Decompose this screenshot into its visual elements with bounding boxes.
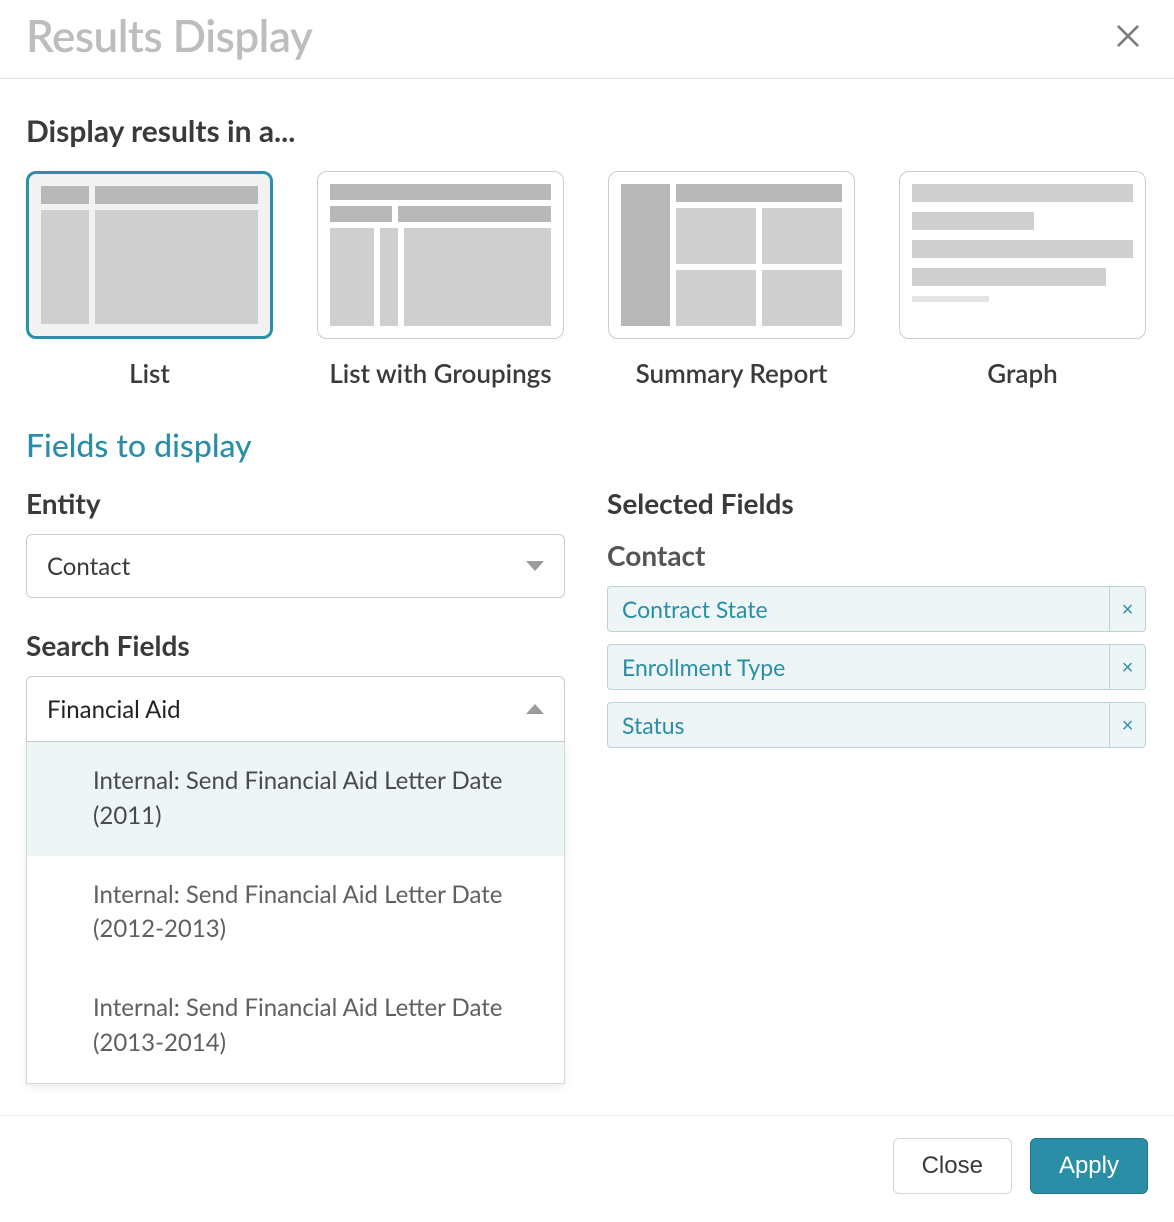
- option-list-with-groupings[interactable]: List with Groupings: [317, 171, 564, 389]
- fields-columns: Entity Contact Search Fields Financial A…: [26, 476, 1146, 1084]
- remove-field-icon[interactable]: ×: [1109, 645, 1145, 689]
- option-graph-label: Graph: [899, 357, 1146, 389]
- selected-fields-list: Contract State × Enrollment Type × Statu…: [607, 586, 1146, 748]
- selected-fields-label: Selected Fields: [607, 486, 1146, 520]
- selected-field-label: Enrollment Type: [608, 645, 1109, 689]
- display-options: List List with Groupings: [26, 171, 1146, 389]
- search-result-item[interactable]: Internal: Send Financial Aid Letter Date…: [27, 969, 564, 1083]
- dialog-scroll-area[interactable]: Display results in a... List: [0, 79, 1174, 1115]
- option-summary-preview: [608, 171, 855, 339]
- selected-field-chip[interactable]: Status ×: [607, 702, 1146, 748]
- selected-field-label: Contract State: [608, 587, 1109, 631]
- entity-value: Contact: [47, 552, 130, 581]
- selected-field-chip[interactable]: Enrollment Type ×: [607, 644, 1146, 690]
- results-display-dialog: Results Display Display results in a... …: [0, 0, 1174, 1222]
- remove-field-icon[interactable]: ×: [1109, 703, 1145, 747]
- dialog-header: Results Display: [0, 0, 1174, 79]
- dialog-footer: Close Apply: [0, 1115, 1174, 1222]
- search-fields-combobox: Financial Aid Internal: Send Financial A…: [26, 676, 565, 1084]
- fields-to-display-heading: Fields to display: [26, 425, 1146, 464]
- option-summary-report[interactable]: Summary Report: [608, 171, 855, 389]
- entity-label: Entity: [26, 486, 565, 520]
- selected-field-label: Status: [608, 703, 1109, 747]
- apply-button[interactable]: Apply: [1030, 1138, 1148, 1194]
- entity-select[interactable]: Contact: [26, 534, 565, 598]
- selected-group-label: Contact: [607, 538, 1146, 572]
- search-fields-label: Search Fields: [26, 628, 565, 662]
- search-fields-input[interactable]: Financial Aid: [26, 676, 565, 742]
- option-list-preview: [26, 171, 273, 339]
- option-groupings-preview: [317, 171, 564, 339]
- option-groupings-label: List with Groupings: [317, 357, 564, 389]
- remove-field-icon[interactable]: ×: [1109, 587, 1145, 631]
- left-column: Entity Contact Search Fields Financial A…: [26, 476, 565, 1084]
- option-list-label: List: [26, 357, 273, 389]
- search-result-item[interactable]: Internal: Send Financial Aid Letter Date…: [27, 742, 564, 856]
- option-summary-label: Summary Report: [608, 357, 855, 389]
- display-results-heading: Display results in a...: [26, 113, 1146, 149]
- close-button[interactable]: Close: [893, 1138, 1012, 1194]
- caret-down-icon: [526, 561, 544, 571]
- option-list[interactable]: List: [26, 171, 273, 389]
- search-fields-dropdown: Internal: Send Financial Aid Letter Date…: [26, 742, 565, 1084]
- search-fields-value: Financial Aid: [47, 695, 181, 724]
- option-graph-preview: [899, 171, 1146, 339]
- selected-field-chip[interactable]: Contract State ×: [607, 586, 1146, 632]
- caret-up-icon: [526, 704, 544, 714]
- dialog-title: Results Display: [26, 10, 312, 62]
- dialog-body: Display results in a... List: [0, 79, 1174, 1115]
- close-icon[interactable]: [1108, 12, 1148, 60]
- search-result-item[interactable]: Internal: Send Financial Aid Letter Date…: [27, 856, 564, 970]
- option-graph[interactable]: Graph: [899, 171, 1146, 389]
- right-column: Selected Fields Contact Contract State ×…: [607, 476, 1146, 748]
